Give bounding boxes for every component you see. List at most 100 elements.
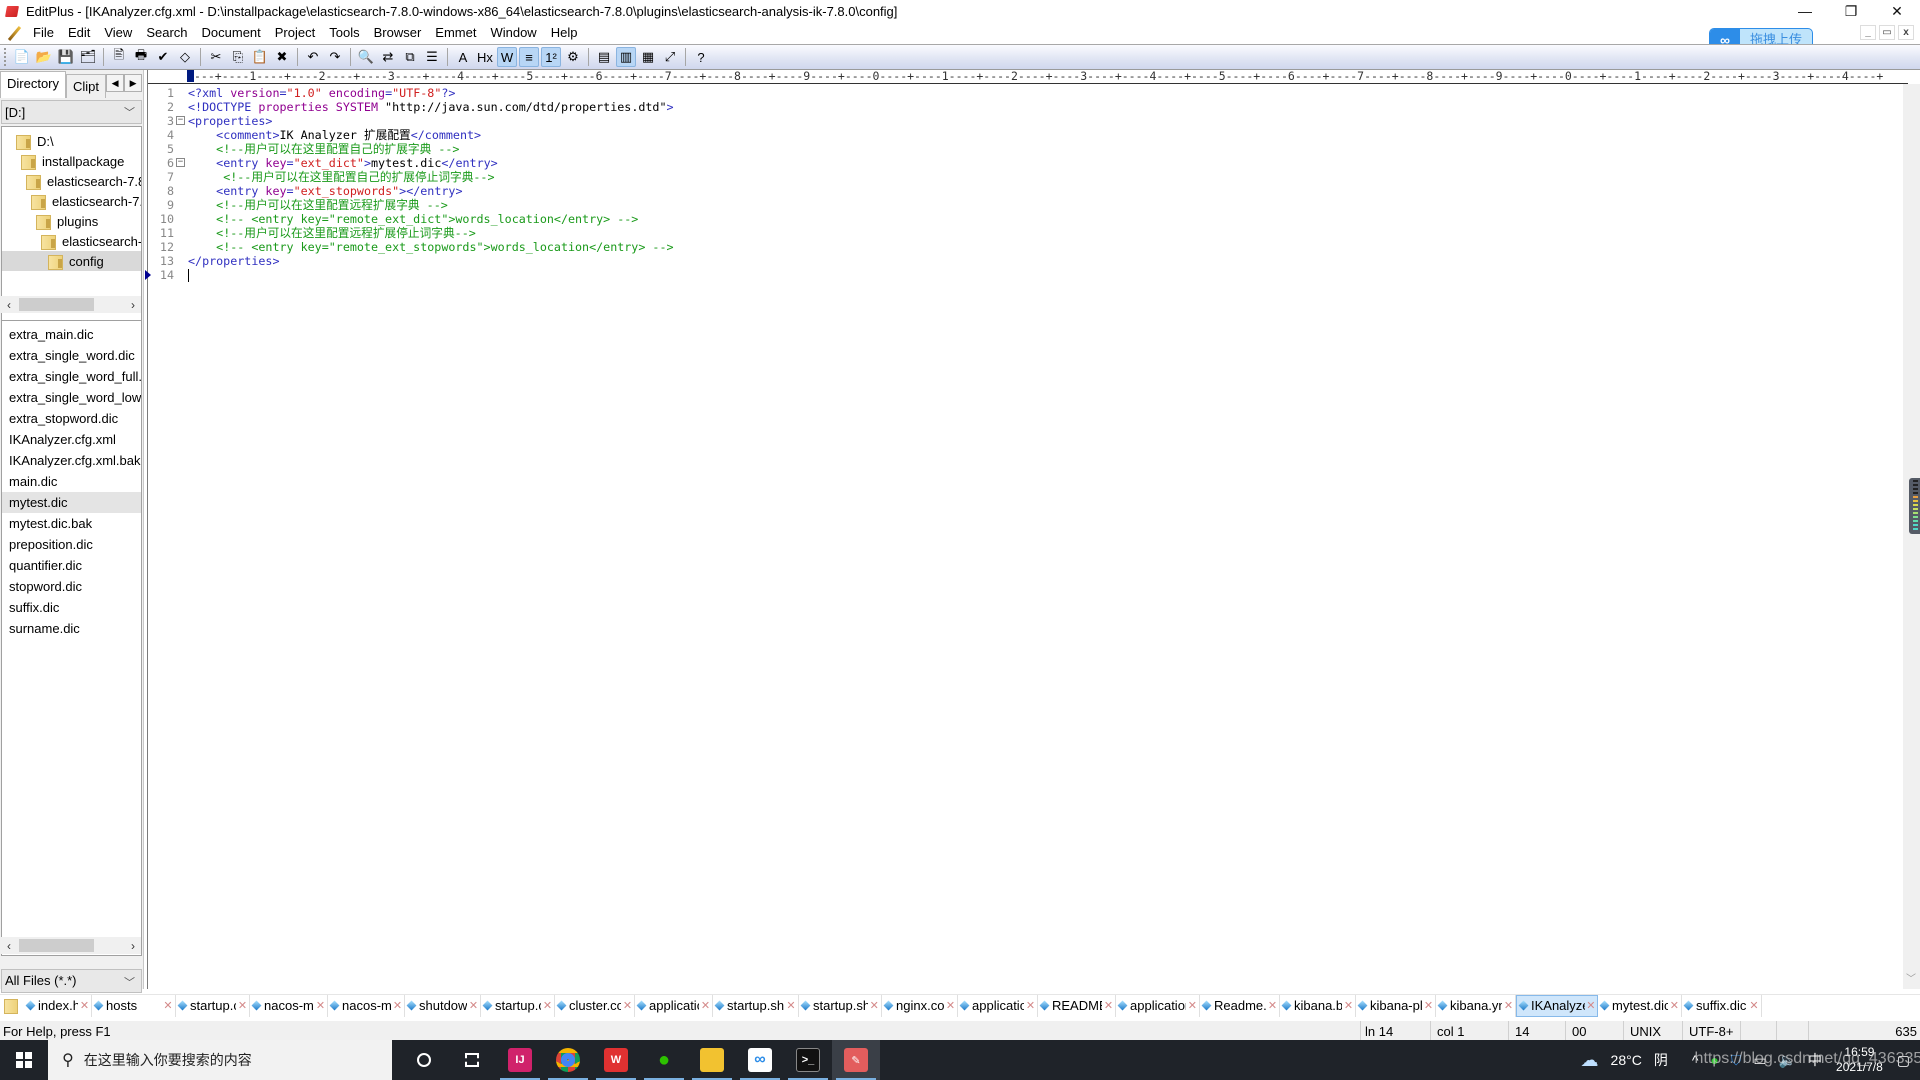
line-number-button[interactable]: ≡ — [519, 47, 539, 67]
close-tab-icon[interactable]: ✕ — [237, 999, 248, 1012]
file-list-item[interactable]: extra_single_word.dic — [2, 345, 141, 366]
scroll-down-arrow-icon[interactable]: ﹀ — [1906, 970, 1916, 985]
delete-button[interactable]: ✖ — [272, 47, 292, 67]
tree-item[interactable]: config — [2, 251, 141, 271]
start-button[interactable] — [0, 1040, 48, 1080]
editor-vertical-scrollbar[interactable]: ﹀ — [1903, 84, 1920, 989]
close-tab-icon[interactable]: ✕ — [1748, 999, 1760, 1012]
code-line[interactable]: 3− <properties> — [148, 114, 1908, 128]
weather-temp[interactable]: 28°C — [1611, 1052, 1642, 1068]
file-list-item[interactable]: stopword.dic — [2, 576, 141, 597]
close-tab-icon[interactable]: ✕ — [700, 999, 711, 1012]
new-file-button[interactable]: 📄 — [12, 47, 32, 67]
baidu-netdisk-taskbar-button[interactable]: ∞ — [736, 1040, 784, 1080]
tree-horizontal-scrollbar[interactable]: ‹ › — [1, 296, 141, 313]
code-line[interactable]: 10 <!-- <entry key="remote_ext_dict">wor… — [148, 212, 1908, 226]
doc-tab[interactable]: applicatior✕ — [958, 994, 1038, 1017]
wechat-tray-icon[interactable]: ● — [1710, 1052, 1718, 1068]
fold-toggle-icon[interactable]: − — [176, 116, 185, 125]
print-preview-button[interactable]: 🖹 — [109, 47, 129, 67]
doc-tab[interactable]: startup.cm✕ — [481, 994, 555, 1017]
code-line[interactable]: 9 <!--用户可以在这里配置远程扩展字典 --> — [148, 198, 1908, 212]
open-folder-button[interactable]: 📂 — [34, 47, 54, 67]
close-tab-icon[interactable]: ✕ — [468, 999, 479, 1012]
taskbar-search-input[interactable]: ⚲ 在这里输入你要搜索的内容 — [48, 1040, 392, 1080]
file-explorer-taskbar-button[interactable] — [688, 1040, 736, 1080]
font-button[interactable]: A — [453, 47, 473, 67]
directory-window-button[interactable]: ▥ — [616, 47, 636, 67]
volume-icon[interactable]: 🔈 — [1779, 1052, 1796, 1069]
ruler-button[interactable]: 1² — [541, 47, 561, 67]
close-button[interactable]: ✕ — [1874, 0, 1920, 22]
menu-help[interactable]: Help — [544, 22, 585, 43]
close-tab-icon[interactable]: ✕ — [945, 999, 956, 1012]
security-shield-icon[interactable]: ⛉ — [1731, 1052, 1742, 1069]
doc-tab[interactable]: hosts ✕ — [92, 994, 176, 1017]
doc-tab[interactable]: index.html✕ — [24, 994, 92, 1017]
close-tab-icon[interactable]: ✕ — [79, 999, 90, 1012]
save-all-button[interactable]: 🗂 — [78, 47, 98, 67]
doc-restore-button[interactable]: ▭ — [1879, 25, 1895, 40]
menu-window[interactable]: Window — [483, 22, 543, 43]
task-view-taskbar-button[interactable] — [448, 1040, 496, 1080]
scroll-left-arrow-icon[interactable]: ‹ — [1, 939, 17, 953]
close-tab-icon[interactable]: ✕ — [622, 999, 633, 1012]
fold-toggle-icon[interactable]: − — [176, 158, 185, 167]
doc-tab[interactable]: startup.sh ✕ — [713, 994, 799, 1017]
doc-minimize-button[interactable]: _ — [1860, 25, 1876, 40]
code-line[interactable]: 7 <!--用户可以在这里配置自己的扩展停止词字典--> — [148, 170, 1908, 184]
doc-tab[interactable]: README-z✕ — [1038, 994, 1116, 1017]
code-line[interactable]: 8 <entry key="ext_stopwords"></entry> — [148, 184, 1908, 198]
scroll-left-arrow-icon[interactable]: ‹ — [1, 298, 17, 312]
find-button[interactable]: 🔍 — [356, 47, 376, 67]
doc-tab[interactable]: nginx.conf✕ — [882, 994, 958, 1017]
tree-item[interactable]: elasticsearch-7.8.0 — [31, 191, 141, 211]
drive-select[interactable]: [D:] ﹀ — [1, 100, 142, 124]
close-tab-icon[interactable]: ✕ — [1267, 999, 1278, 1012]
clock[interactable]: 16:59 2021/7/8 — [1836, 1045, 1883, 1075]
code-line[interactable]: 12 <!-- <entry key="remote_ext_stopwords… — [148, 240, 1908, 254]
menu-tools[interactable]: Tools — [322, 22, 366, 43]
doc-tab[interactable]: applicatior✕ — [1116, 994, 1200, 1017]
code-area[interactable]: 1 <?xml version="1.0" encoding="UTF-8"?> 2… — [145, 86, 1908, 282]
close-tab-icon[interactable]: ✕ — [1343, 999, 1354, 1012]
tree-item[interactable]: installpackage — [21, 151, 124, 171]
menu-browser[interactable]: Browser — [367, 22, 429, 43]
cut-button[interactable]: ✂ — [206, 47, 226, 67]
doc-tab[interactable]: suffix.dic ✕ — [1682, 994, 1762, 1017]
save-button[interactable]: 💾 — [56, 47, 76, 67]
tree-item[interactable]: elasticsearch-analysis-ik-7.8.0 — [41, 231, 141, 251]
code-line[interactable]: 1 <?xml version="1.0" encoding="UTF-8"?> — [148, 86, 1908, 100]
wechat-taskbar-button[interactable]: ● — [640, 1040, 688, 1080]
close-tab-icon[interactable]: ✕ — [392, 999, 403, 1012]
tab-scroll-right-button[interactable]: ▶ — [124, 74, 143, 92]
file-list-item[interactable]: extra_main.dic — [2, 324, 141, 345]
status-encoding[interactable]: UTF-8+ — [1682, 1021, 1740, 1042]
intellij-idea-taskbar-button[interactable]: IJ — [496, 1040, 544, 1080]
close-tab-icon[interactable]: ✕ — [785, 999, 797, 1012]
redo-button[interactable]: ↷ — [325, 47, 345, 67]
goto-line-button[interactable]: ☰ — [422, 47, 442, 67]
file-list-item[interactable]: extra_single_word_full.dic — [2, 366, 141, 387]
scroll-thumb[interactable] — [19, 298, 94, 311]
word-wrap-button[interactable]: W — [497, 47, 517, 67]
doc-close-button[interactable]: x — [1898, 25, 1914, 40]
doc-tab[interactable]: applicatior✕ — [635, 994, 713, 1017]
doc-tab[interactable]: nacos-mys✕ — [328, 994, 405, 1017]
file-list-item[interactable]: mytest.dic — [2, 492, 141, 513]
help-button[interactable]: ? — [691, 47, 711, 67]
doc-tab[interactable]: startup.cm✕ — [176, 994, 250, 1017]
menu-emmet[interactable]: Emmet — [428, 22, 483, 43]
doc-tab[interactable]: nacos-mys✕ — [250, 994, 328, 1017]
replace-button[interactable]: ⇄ — [378, 47, 398, 67]
doc-tab[interactable]: startup.sh ✕ — [799, 994, 882, 1017]
code-line[interactable]: 13 </properties> — [148, 254, 1908, 268]
fullscreen-button[interactable]: ⤢ — [660, 47, 680, 67]
close-tab-icon[interactable]: ✕ — [1187, 999, 1198, 1012]
file-list-item[interactable]: main.dic — [2, 471, 141, 492]
minimize-button[interactable]: — — [1782, 0, 1828, 22]
tab-cliptext[interactable]: Clipt — [66, 74, 107, 98]
paste-button[interactable]: 📋 — [250, 47, 270, 67]
file-list-item[interactable]: preposition.dic — [2, 534, 141, 555]
restore-button[interactable]: ❐ — [1828, 0, 1874, 22]
